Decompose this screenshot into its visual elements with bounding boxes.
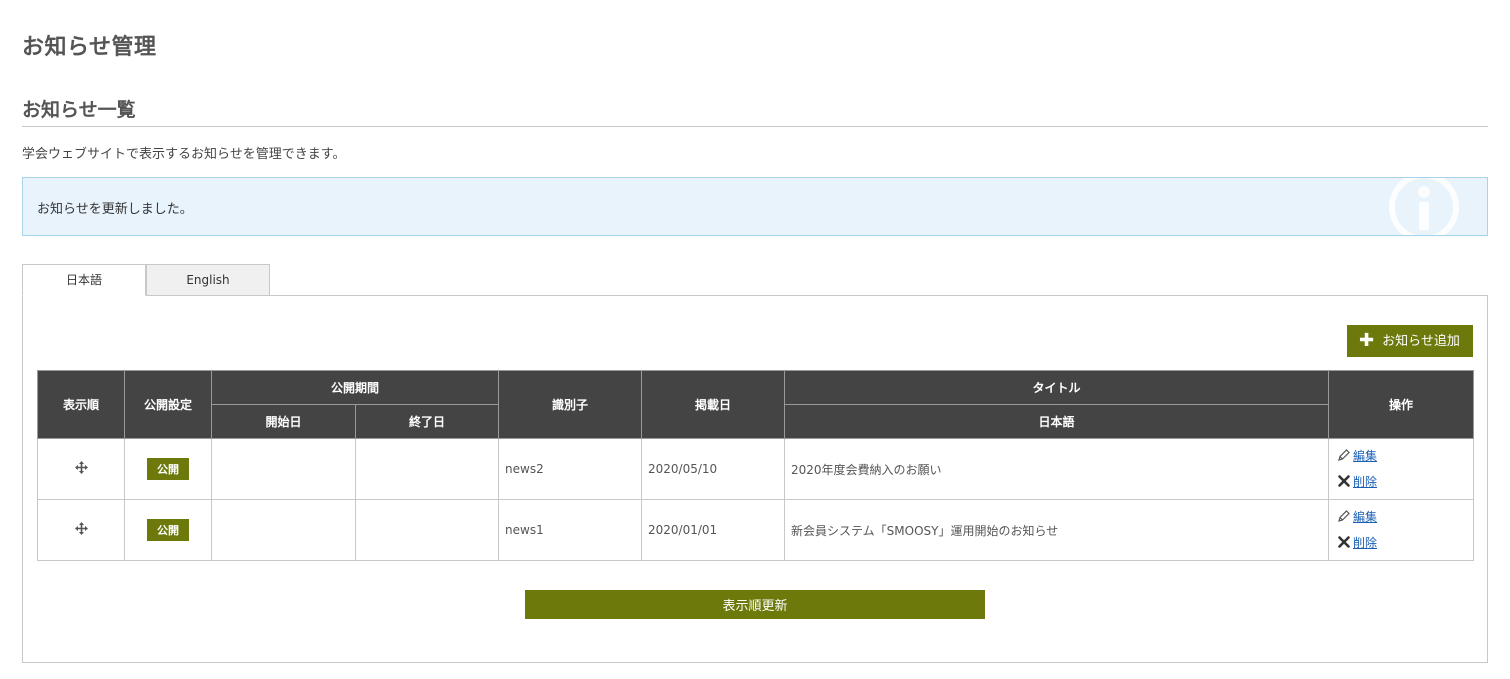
info-alert: お知らせを更新しました。 (22, 177, 1488, 236)
page-description: 学会ウェブサイトで表示するお知らせを管理できます。 (22, 147, 346, 162)
status-cell: 公開 (124, 438, 212, 500)
identifier-cell: news1 (498, 499, 643, 561)
table-row: 公開 news2 2020/05/10 2020年度会費納入のお願い 編集 削除 (37, 438, 1475, 500)
edit-link[interactable]: 編集 (1353, 449, 1377, 463)
tab-japanese[interactable]: 日本語 (22, 264, 146, 296)
close-icon (1338, 475, 1350, 487)
identifier-cell: news2 (498, 438, 643, 500)
header-order: 表示順 (37, 370, 125, 439)
start-date-cell (211, 438, 356, 500)
operations-cell: 編集 削除 (1328, 438, 1475, 500)
title-cell: 新会員システム「SMOOSY」運用開始のお知らせ (784, 499, 1330, 561)
operations-cell: 編集 削除 (1328, 499, 1475, 561)
update-order-button[interactable]: 表示順更新 (525, 590, 985, 619)
header-title: タイトル (784, 370, 1330, 405)
section-title: お知らせ一覧 (22, 99, 136, 121)
drag-handle-icon[interactable] (74, 461, 88, 474)
section-divider (22, 126, 1488, 127)
delete-link[interactable]: 削除 (1353, 475, 1377, 489)
alert-message: お知らせを更新しました。 (37, 202, 193, 217)
header-operations: 操作 (1328, 370, 1475, 439)
end-date-cell (354, 438, 500, 500)
table-row: 公開 news1 2020/01/01 新会員システム「SMOOSY」運用開始の… (37, 499, 1475, 561)
order-cell (37, 499, 125, 561)
close-icon (1338, 536, 1350, 548)
edit-link[interactable]: 編集 (1353, 510, 1377, 524)
header-title-ja: 日本語 (784, 404, 1330, 439)
end-date-cell (354, 499, 500, 561)
delete-link[interactable]: 削除 (1353, 536, 1377, 550)
header-start-date: 開始日 (211, 404, 356, 439)
status-badge: 公開 (147, 458, 189, 480)
posted-date-cell: 2020/05/10 (641, 438, 786, 500)
tab-english[interactable]: English (146, 264, 270, 296)
start-date-cell (211, 499, 356, 561)
title-cell: 2020年度会費納入のお願い (784, 438, 1330, 500)
news-panel: ✚ お知らせ追加 表示順 公開設定 公開期間 識別子 掲載日 タイトル 操作 開… (22, 295, 1488, 663)
news-table: 表示順 公開設定 公開期間 識別子 掲載日 タイトル 操作 開始日 終了日 日本… (37, 370, 1475, 561)
pencil-icon (1338, 510, 1350, 522)
info-icon (1389, 178, 1459, 235)
plus-icon: ✚ (1359, 330, 1375, 351)
header-identifier: 識別子 (498, 370, 643, 439)
header-posted-date: 掲載日 (641, 370, 786, 439)
status-badge: 公開 (147, 519, 189, 541)
pencil-icon (1338, 449, 1350, 461)
page-title: お知らせ管理 (22, 35, 157, 60)
header-publish-period: 公開期間 (210, 370, 500, 405)
status-cell: 公開 (124, 499, 212, 561)
header-publish-setting: 公開設定 (124, 370, 212, 439)
add-news-label: お知らせ追加 (1382, 334, 1460, 349)
header-end-date: 終了日 (354, 404, 500, 439)
drag-handle-icon[interactable] (74, 522, 88, 535)
add-news-button[interactable]: ✚ お知らせ追加 (1347, 325, 1473, 357)
posted-date-cell: 2020/01/01 (641, 499, 786, 561)
order-cell (37, 438, 125, 500)
